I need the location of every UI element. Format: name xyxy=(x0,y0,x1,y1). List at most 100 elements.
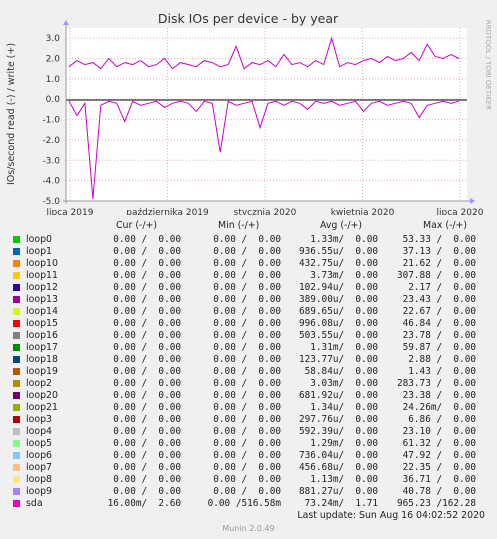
legend-swatch xyxy=(13,500,20,507)
legend-avg-value: 592.39u/ 0.00 xyxy=(298,426,378,437)
legend-row: loop8 0.00 / 0.00 0.00 / 0.00 1.13m/ 0.00 36… xyxy=(0,474,497,486)
legend-cur-value: 0.00 / 0.00 xyxy=(113,306,181,317)
legend-avg-value: 389.00u/ 0.00 xyxy=(298,294,378,305)
legend-max-value: 47.92 / 0.00 xyxy=(402,450,476,461)
legend-swatch xyxy=(13,284,20,291)
legend-cur-value: 0.00 / 0.00 xyxy=(113,318,181,329)
y-tick-label: 2.0 xyxy=(46,55,61,65)
legend-max-value: 6.86 / 0.00 xyxy=(408,414,476,425)
legend-swatch xyxy=(13,404,20,411)
legend-cur-value: 0.00 / 0.00 xyxy=(113,270,181,281)
legend-swatch xyxy=(13,248,20,255)
legend-avg-value: 58.84u/ 0.00 xyxy=(304,366,378,377)
legend-avg-value: 456.68u/ 0.00 xyxy=(298,462,378,473)
legend-row: loop1 0.00 / 0.00 0.00 / 0.00 936.55u/ 0.00… xyxy=(0,246,497,258)
legend-row: loop21 0.00 / 0.00 0.00 / 0.00 1.34u/ 0.00 2… xyxy=(0,402,497,414)
legend-min-value: 0.00 / 0.00 xyxy=(213,378,281,389)
x-tick-label: lipca 2019 xyxy=(47,208,94,215)
y-tick-label: 3.0 xyxy=(46,34,61,44)
legend-min-value: 0.00 / 0.00 xyxy=(213,270,281,281)
legend-min-value: 0.00 / 0.00 xyxy=(213,306,281,317)
legend-swatch xyxy=(13,440,20,447)
legend-cur-value: 16.00m/ 2.60 xyxy=(107,498,181,509)
legend-row: loop17 0.00 / 0.00 0.00 / 0.00 1.31m/ 0.00 5… xyxy=(0,342,497,354)
legend-max-value: 22.35 / 0.00 xyxy=(402,462,476,473)
legend-avg-value: 102.94u/ 0.00 xyxy=(298,282,378,293)
legend-swatch xyxy=(13,236,20,243)
x-tick-label: października 2019 xyxy=(126,208,209,215)
legend-cur-value: 0.00 / 0.00 xyxy=(113,354,181,365)
legend-avg-value: 881.27u/ 0.00 xyxy=(298,486,378,497)
legend-min-value: 0.00 / 0.00 xyxy=(213,294,281,305)
legend-device-name: loop13 xyxy=(26,294,58,305)
legend-avg-value: 503.55u/ 0.00 xyxy=(298,330,378,341)
legend-avg-value: 1.13m/ 0.00 xyxy=(310,474,378,485)
legend-device-name: loop1 xyxy=(26,246,52,257)
legend-row: loop7 0.00 / 0.00 0.00 / 0.00 456.68u/ 0.00… xyxy=(0,462,497,474)
legend-min-value: 0.00 / 0.00 xyxy=(213,402,281,413)
y-tick-label: -4.0 xyxy=(42,177,60,187)
legend-header-max: Max (-/+) xyxy=(423,220,468,231)
last-update: Last update: Sun Aug 16 04:02:52 2020 xyxy=(297,510,485,521)
legend-device-name: loop16 xyxy=(26,330,58,341)
legend-max-value: 23.43 / 0.00 xyxy=(402,294,476,305)
y-tick-label: 0.0 xyxy=(46,95,61,105)
legend-device-name: loop9 xyxy=(26,486,52,497)
legend-max-value: 37.13 / 0.00 xyxy=(402,246,476,257)
legend-min-value: 0.00 / 0.00 xyxy=(213,414,281,425)
legend-max-value: 2.88 / 0.00 xyxy=(408,354,476,365)
legend-device-name: loop12 xyxy=(26,282,58,293)
legend-row: loop5 0.00 / 0.00 0.00 / 0.00 1.29m/ 0.00 61… xyxy=(0,438,497,450)
legend-avg-value: 1.31m/ 0.00 xyxy=(310,342,378,353)
legend-avg-value: 297.76u/ 0.00 xyxy=(298,414,378,425)
legend-row: loop3 0.00 / 0.00 0.00 / 0.00 297.76u/ 0.00… xyxy=(0,414,497,426)
legend-cur-value: 0.00 / 0.00 xyxy=(113,234,181,245)
legend-swatch xyxy=(13,464,20,471)
legend-row: loop14 0.00 / 0.00 0.00 / 0.00 689.65u/ 0.0… xyxy=(0,306,497,318)
legend-header-avg: Avg (-/+) xyxy=(320,220,363,231)
legend-avg-value: 3.73m/ 0.00 xyxy=(310,270,378,281)
legend-avg-value: 123.77u/ 0.00 xyxy=(298,354,378,365)
legend-device-name: loop19 xyxy=(26,366,58,377)
legend-row: sda 16.00m/ 2.60 0.00 /516.58m 73.24m/ 1.71… xyxy=(0,498,497,510)
legend-min-value: 0.00 / 0.00 xyxy=(213,462,281,473)
y-tick-label: -5.0 xyxy=(42,197,60,207)
legend-swatch xyxy=(13,296,20,303)
legend-row: loop13 0.00 / 0.00 0.00 / 0.00 389.00u/ 0.0… xyxy=(0,294,497,306)
legend-row: loop11 0.00 / 0.00 0.00 / 0.00 3.73m/ 0.00 3… xyxy=(0,270,497,282)
legend-cur-value: 0.00 / 0.00 xyxy=(113,438,181,449)
legend-device-name: sda xyxy=(26,498,43,509)
legend-device-name: loop2 xyxy=(26,378,52,389)
legend-max-value: 40.78 / 0.00 xyxy=(402,486,476,497)
legend-device-name: loop7 xyxy=(26,462,52,473)
legend-max-value: 53.33 / 0.00 xyxy=(402,234,476,245)
legend-swatch xyxy=(13,428,20,435)
legend-max-value: 36.71 / 0.00 xyxy=(402,474,476,485)
legend-max-value: 965.23 /162.28 xyxy=(396,498,476,509)
legend-avg-value: 996.08u/ 0.00 xyxy=(298,318,378,329)
legend-avg-value: 736.04u/ 0.00 xyxy=(298,450,378,461)
chart: Disk IOs per device - by year IOs/second… xyxy=(0,0,497,215)
legend-swatch xyxy=(13,452,20,459)
legend-max-value: 22.67 / 0.00 xyxy=(402,306,476,317)
legend-row: loop6 0.00 / 0.00 0.00 / 0.00 736.04u/ 0.00… xyxy=(0,450,497,462)
legend-row: loop15 0.00 / 0.00 0.00 / 0.00 996.08u/ 0.0… xyxy=(0,318,497,330)
legend-swatch xyxy=(13,272,20,279)
legend-min-value: 0.00 / 0.00 xyxy=(213,318,281,329)
legend-header-cur: Cur (-/+) xyxy=(116,220,158,231)
legend-cur-value: 0.00 / 0.00 xyxy=(113,426,181,437)
legend-min-value: 0.00 / 0.00 xyxy=(213,390,281,401)
legend-row: loop20 0.00 / 0.00 0.00 / 0.00 681.92u/ 0.0… xyxy=(0,390,497,402)
legend-device-name: loop3 xyxy=(26,414,52,425)
legend-header-min: Min (-/+) xyxy=(218,220,260,231)
legend-min-value: 0.00 / 0.00 xyxy=(213,474,281,485)
legend-min-value: 0.00 / 0.00 xyxy=(213,342,281,353)
legend-min-value: 0.00 / 0.00 xyxy=(213,354,281,365)
legend-avg-value: 73.24m/ 1.71 xyxy=(304,498,378,509)
legend-avg-value: 689.65u/ 0.00 xyxy=(298,306,378,317)
legend-swatch xyxy=(13,380,20,387)
legend-min-value: 0.00 / 0.00 xyxy=(213,282,281,293)
legend-min-value: 0.00 / 0.00 xyxy=(213,258,281,269)
legend-cur-value: 0.00 / 0.00 xyxy=(113,258,181,269)
legend-max-value: 2.17 / 0.00 xyxy=(408,282,476,293)
